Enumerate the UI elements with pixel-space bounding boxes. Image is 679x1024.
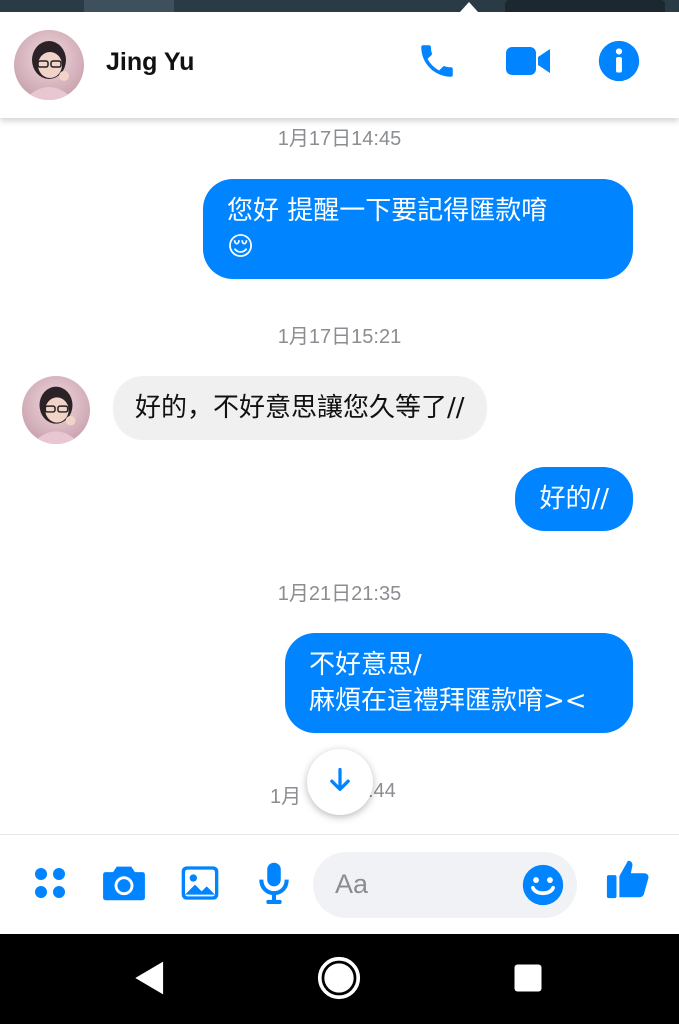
camera-button[interactable] xyxy=(100,861,148,909)
incoming-message[interactable]: 好的，不好意思讓您久等了// xyxy=(113,376,487,440)
message-text-line: 不好意思/ xyxy=(309,650,422,680)
outgoing-message[interactable]: 您好 提醒一下要記得匯款唷 😌 xyxy=(203,179,633,279)
system-home-button[interactable] xyxy=(315,956,363,1004)
system-navigation-bar xyxy=(0,934,679,1024)
message-input-field[interactable] xyxy=(313,852,577,918)
message-text-line: 您好 提醒一下要記得匯款唷 xyxy=(227,196,548,226)
message-timestamp: 1月17日14:45 xyxy=(277,128,402,150)
status-bar-shape-right xyxy=(505,0,665,12)
conversation-info-button[interactable] xyxy=(596,40,642,86)
home-circle-icon xyxy=(317,956,361,1004)
gallery-button[interactable] xyxy=(176,861,224,909)
status-bar-shape xyxy=(84,0,174,12)
emoji-button[interactable] xyxy=(521,863,565,907)
voice-call-button[interactable] xyxy=(414,40,460,86)
message-text-line: 好的// xyxy=(539,484,609,514)
system-recents-button[interactable] xyxy=(504,956,552,1004)
message-timestamp: 1月21日21:35 xyxy=(277,583,402,605)
like-button[interactable] xyxy=(604,857,652,905)
status-bar-remnant xyxy=(0,0,679,12)
arrow-down-icon xyxy=(326,766,354,798)
outgoing-message[interactable]: 好的// xyxy=(515,467,633,531)
thumbs-up-icon xyxy=(605,856,651,906)
voice-message-button[interactable] xyxy=(250,861,298,909)
message-input[interactable] xyxy=(335,864,515,904)
more-actions-button[interactable] xyxy=(26,861,74,909)
back-triangle-icon xyxy=(133,960,167,1000)
composer-bar xyxy=(0,834,679,934)
emoji-icon xyxy=(521,864,565,911)
contact-avatar-small[interactable] xyxy=(22,376,90,444)
status-bar-notch xyxy=(460,2,478,12)
message-timestamp-partial-left: 1月 xyxy=(270,786,302,808)
chat-header: Jing Yu xyxy=(0,0,679,118)
message-text-line: 麻煩在這禮拜匯款唷>< xyxy=(309,686,587,716)
system-back-button[interactable] xyxy=(126,956,174,1004)
contact-name[interactable]: Jing Yu xyxy=(106,48,194,77)
video-camera-icon xyxy=(504,43,552,83)
recents-square-icon xyxy=(513,963,543,997)
info-icon xyxy=(597,39,641,87)
message-timestamp: 1月17日15:21 xyxy=(277,326,402,348)
apps-grid-icon xyxy=(32,865,68,905)
contact-avatar[interactable] xyxy=(14,30,84,100)
outgoing-message[interactable]: 不好意思/ 麻煩在這禮拜匯款唷>< xyxy=(285,633,633,733)
scroll-to-bottom-button[interactable] xyxy=(307,749,373,815)
message-emoji: 😌 xyxy=(227,232,255,262)
microphone-icon xyxy=(256,861,292,909)
phone-icon xyxy=(416,40,458,86)
camera-icon xyxy=(102,863,146,907)
message-list[interactable]: 1月17日14:45 您好 提醒一下要記得匯款唷 😌 1月17日15:21 好的… xyxy=(0,118,679,834)
image-icon xyxy=(180,864,220,906)
video-call-button[interactable] xyxy=(505,40,551,86)
